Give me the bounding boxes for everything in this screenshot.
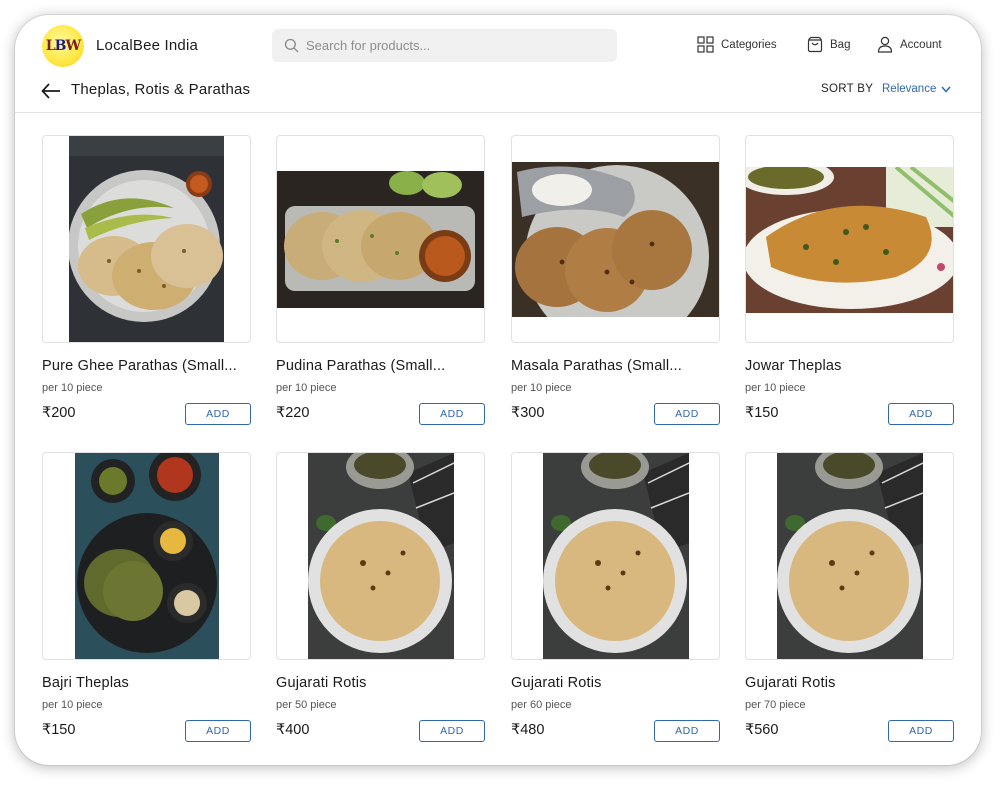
brand-logo[interactable]: LBW bbox=[42, 25, 84, 67]
category-header: Theplas, Rotis & Parathas SORT BY Releva… bbox=[15, 77, 981, 113]
ghee-paratha-photo bbox=[69, 136, 224, 342]
product-name[interactable]: Pudina Parathas (Small... bbox=[276, 358, 485, 374]
product-quantity: per 10 piece bbox=[42, 382, 103, 394]
top-navigation-bar: LBW LocalBee India Categories bbox=[15, 15, 981, 77]
product-quantity: per 60 piece bbox=[511, 699, 572, 711]
gujarati-roti-photo bbox=[543, 453, 689, 659]
logo-letter-b: B bbox=[54, 38, 67, 54]
product-image[interactable] bbox=[745, 452, 954, 660]
user-icon bbox=[877, 36, 893, 53]
product-price: ₹200 bbox=[42, 405, 76, 421]
product-image[interactable] bbox=[511, 452, 720, 660]
account-link[interactable]: Account bbox=[877, 36, 942, 53]
product-name[interactable]: Gujarati Rotis bbox=[745, 675, 954, 691]
product-name[interactable]: Gujarati Rotis bbox=[511, 675, 720, 691]
app-window: LBW LocalBee India Categories bbox=[15, 15, 981, 765]
product-price: ₹480 bbox=[511, 722, 545, 738]
product-image[interactable] bbox=[276, 135, 485, 343]
product-image[interactable] bbox=[276, 452, 485, 660]
product-name[interactable]: Pure Ghee Parathas (Small... bbox=[42, 358, 251, 374]
product-name[interactable]: Bajri Theplas bbox=[42, 675, 251, 691]
categories-label: Categories bbox=[721, 38, 777, 51]
product-price: ₹400 bbox=[276, 722, 310, 738]
chevron-down-icon bbox=[941, 86, 951, 93]
shopping-bag-icon bbox=[807, 36, 823, 53]
product-price: ₹560 bbox=[745, 722, 779, 738]
product-name[interactable]: Masala Parathas (Small... bbox=[511, 358, 720, 374]
add-to-bag-button[interactable]: ADD bbox=[654, 403, 720, 425]
product-price: ₹220 bbox=[276, 405, 310, 421]
pudina-paratha-photo bbox=[277, 171, 484, 308]
search-icon bbox=[284, 38, 299, 53]
product-image[interactable] bbox=[42, 452, 251, 660]
bag-link[interactable]: Bag bbox=[807, 36, 850, 53]
logo-letter-l: L bbox=[45, 38, 56, 54]
bajri-thepla-photo bbox=[75, 453, 219, 659]
product-image[interactable] bbox=[42, 135, 251, 343]
add-to-bag-button[interactable]: ADD bbox=[419, 403, 485, 425]
product-quantity: per 70 piece bbox=[745, 699, 806, 711]
back-arrow-icon[interactable] bbox=[40, 80, 62, 102]
product-quantity: per 10 piece bbox=[745, 382, 806, 394]
account-label: Account bbox=[900, 38, 942, 51]
product-price: ₹150 bbox=[42, 722, 76, 738]
categories-link[interactable]: Categories bbox=[697, 36, 777, 53]
add-to-bag-button[interactable]: ADD bbox=[654, 720, 720, 742]
product-name[interactable]: Jowar Theplas bbox=[745, 358, 954, 374]
add-to-bag-button[interactable]: ADD bbox=[185, 720, 251, 742]
product-quantity: per 50 piece bbox=[276, 699, 337, 711]
page-title: Theplas, Rotis & Parathas bbox=[71, 81, 251, 98]
sort-value: Relevance bbox=[882, 83, 937, 95]
search-bar[interactable] bbox=[272, 29, 617, 62]
product-quantity: per 10 piece bbox=[511, 382, 572, 394]
masala-paratha-photo bbox=[512, 162, 719, 317]
bag-label: Bag bbox=[830, 38, 851, 51]
logo-letter-w: W bbox=[65, 38, 81, 54]
logo-mark: LBW bbox=[45, 38, 81, 54]
sort-dropdown[interactable]: Relevance bbox=[882, 83, 951, 95]
add-to-bag-button[interactable]: ADD bbox=[888, 720, 954, 742]
grid-icon bbox=[697, 36, 714, 53]
sort-by-label: SORT BY bbox=[821, 83, 874, 95]
product-quantity: per 10 piece bbox=[42, 699, 103, 711]
add-to-bag-button[interactable]: ADD bbox=[185, 403, 251, 425]
add-to-bag-button[interactable]: ADD bbox=[888, 403, 954, 425]
gujarati-roti-photo bbox=[777, 453, 923, 659]
product-quantity: per 10 piece bbox=[276, 382, 337, 394]
brand-name[interactable]: LocalBee India bbox=[96, 37, 198, 54]
product-price: ₹300 bbox=[511, 405, 545, 421]
product-image[interactable] bbox=[745, 135, 954, 343]
product-price: ₹150 bbox=[745, 405, 779, 421]
jowar-thepla-photo bbox=[746, 167, 953, 313]
product-name[interactable]: Gujarati Rotis bbox=[276, 675, 485, 691]
product-image[interactable] bbox=[511, 135, 720, 343]
search-input[interactable] bbox=[306, 38, 606, 53]
add-to-bag-button[interactable]: ADD bbox=[419, 720, 485, 742]
gujarati-roti-photo bbox=[308, 453, 454, 659]
